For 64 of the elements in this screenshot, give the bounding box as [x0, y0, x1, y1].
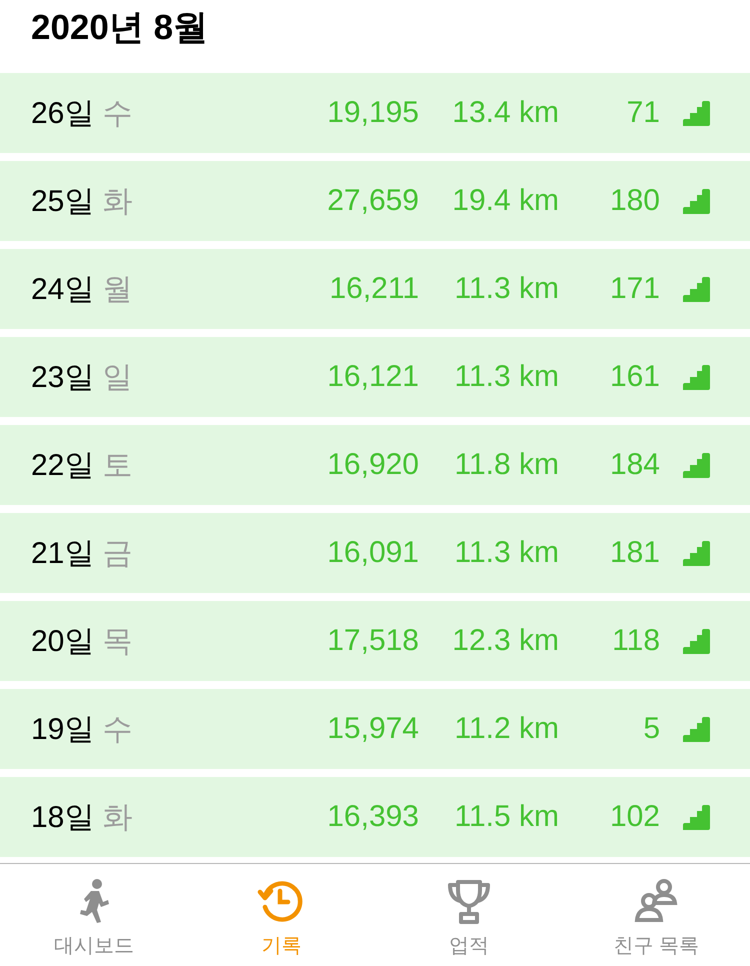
day-label: 22일 [31, 448, 94, 484]
steps-value: 17,518 [326, 624, 419, 658]
day-label: 24일 [31, 272, 94, 308]
steps-value: 16,121 [326, 360, 419, 394]
floors-value: 71 [626, 96, 660, 130]
weekday-label: 화 [102, 184, 132, 220]
stairs-icon [683, 540, 710, 566]
stairs-icon [683, 276, 710, 302]
steps-value: 27,659 [326, 184, 419, 218]
floors-value: 161 [608, 360, 660, 394]
weekday-label: 목 [102, 624, 132, 660]
steps-value: 16,393 [326, 800, 419, 834]
day-label: 18일 [31, 800, 94, 836]
stairs-icon [683, 628, 710, 654]
day-row[interactable]: 26일 수 19,195 13.4 km 71 [0, 73, 750, 153]
day-row[interactable]: 19일 수 15,974 11.2 km 5 [0, 689, 750, 769]
stairs-icon [683, 716, 710, 742]
day-row[interactable]: 24일 월 16,211 11.3 km 171 [0, 249, 750, 329]
distance-value: 11.5 km [454, 800, 559, 834]
weekday-label: 월 [102, 272, 132, 308]
distance-value: 11.3 km [454, 272, 559, 306]
day-label: 21일 [31, 536, 94, 572]
distance-value: 12.3 km [451, 624, 559, 658]
day-row[interactable]: 23일 일 16,121 11.3 km 161 [0, 337, 750, 417]
day-row[interactable]: 22일 토 16,920 11.8 km 184 [0, 425, 750, 505]
stairs-icon [683, 452, 710, 478]
day-row[interactable]: 20일 목 17,518 12.3 km 118 [0, 601, 750, 681]
floors-value: 180 [608, 184, 660, 218]
day-label: 19일 [31, 712, 94, 748]
weekday-label: 일 [102, 360, 132, 396]
weekday-label: 금 [102, 536, 132, 572]
distance-value: 13.4 km [451, 96, 559, 130]
day-label: 23일 [31, 360, 94, 396]
stairs-icon [683, 804, 710, 830]
day-label: 20일 [31, 624, 94, 660]
distance-value: 19.4 km [451, 184, 559, 218]
day-row[interactable]: 25일 화 27,659 19.4 km 180 [0, 161, 750, 241]
weekday-label: 토 [102, 448, 132, 484]
stairs-icon [683, 364, 710, 390]
stairs-icon [683, 188, 710, 214]
weekday-label: 수 [102, 712, 132, 748]
day-row[interactable]: 21일 금 16,091 11.3 km 181 [0, 513, 750, 593]
distance-value: 11.8 km [454, 448, 559, 482]
floors-value: 5 [642, 712, 660, 746]
day-row[interactable]: 18일 화 16,393 11.5 km 102 [0, 777, 750, 857]
day-label: 26일 [31, 96, 94, 132]
month-title: 2020년 8월 [31, 7, 208, 49]
weekday-label: 화 [102, 800, 132, 836]
floors-value: 181 [608, 536, 660, 570]
distance-value: 11.3 km [454, 536, 559, 570]
distance-value: 11.2 km [454, 712, 559, 746]
steps-value: 16,920 [326, 448, 419, 482]
stairs-icon [683, 100, 710, 126]
distance-value: 11.3 km [454, 360, 559, 394]
floors-value: 171 [608, 272, 660, 306]
steps-value: 19,195 [326, 96, 419, 130]
floors-value: 102 [608, 800, 660, 834]
steps-value: 16,091 [326, 536, 419, 570]
floors-value: 118 [611, 624, 660, 658]
steps-value: 15,974 [326, 712, 419, 746]
floors-value: 184 [608, 448, 660, 482]
steps-value: 16,211 [328, 272, 419, 306]
day-label: 25일 [31, 184, 94, 220]
weekday-label: 수 [102, 96, 132, 132]
